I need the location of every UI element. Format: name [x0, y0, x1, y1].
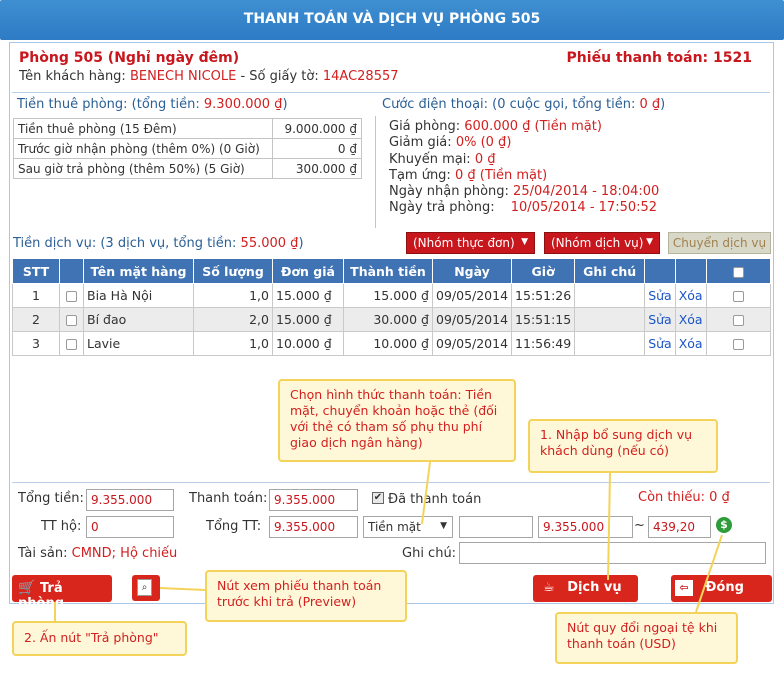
row-checkbox[interactable]: [66, 339, 77, 350]
table-row: 3 Lavie 1,0 10.000 ₫ 10.000 ₫ 09/05/2014…: [12, 331, 772, 356]
window-title: THANH TOÁN VÀ DỊCH VỤ PHÒNG 505: [243, 11, 541, 27]
currency-convert-icon[interactable]: $: [716, 517, 732, 533]
checkout-button[interactable]: 🛒 Trả phòng: [12, 575, 112, 611]
currency-note: Nút quy đổi ngoại tệ khi thanh toán (USD…: [555, 612, 738, 664]
services-table: STT Tên mặt hàng Số lượng Đơn giá Thành …: [12, 258, 772, 356]
payment-method-select[interactable]: Tiền mặt ▼: [363, 516, 453, 538]
room-fee-table: Tiền thuê phòng (15 Đêm) 9.000.000 ₫ Trướ…: [13, 118, 362, 179]
phone-fee-header: Cước điện thoại: (0 cuộc gọi, tổng tiền:…: [382, 97, 666, 112]
select-all-checkbox[interactable]: [732, 266, 744, 278]
row-checkbox[interactable]: [66, 291, 77, 302]
fee-input[interactable]: [459, 516, 533, 538]
table-row: 1 Bia Hà Nội 1,0 15.000 ₫ 15.000 ₫ 09/05…: [12, 283, 772, 308]
menu-group-select[interactable]: (Nhóm thực đơn) ▼: [406, 232, 535, 254]
edit-link[interactable]: Sửa: [644, 331, 676, 356]
remark-input[interactable]: [459, 542, 766, 564]
table-row: 2 Bí đao 2,0 15.000 ₫ 30.000 ₫ 09/05/201…: [12, 307, 772, 332]
checkout-note: 2. Ấn nút "Trả phòng": [12, 621, 187, 656]
room-fee-header: Tiền thuê phòng: (tổng tiền: 9.300.000 ₫…: [17, 97, 288, 112]
paid-checkbox[interactable]: ✔: [372, 492, 384, 504]
service-group-select[interactable]: (Nhóm dịch vụ) ▼: [544, 232, 660, 254]
divider: [12, 92, 770, 93]
preview-button[interactable]: ⌕: [132, 575, 160, 601]
grand-total-input[interactable]: 9.355.000: [269, 516, 358, 538]
customer-name: BENECH NICOLE: [129, 69, 237, 84]
exit-icon: ⇦: [675, 580, 693, 596]
room-details: Giá phòng: 600.000 ₫ (Tiền mặt) Giảm giá…: [389, 119, 660, 216]
row-select-checkbox[interactable]: [732, 315, 744, 326]
preview-icon: ⌕: [137, 579, 152, 596]
chevron-down-icon: ▼: [521, 237, 528, 247]
preview-note: Nút xem phiếu thanh toán trước khi trả (…: [205, 570, 407, 622]
row-select-checkbox[interactable]: [732, 339, 744, 350]
service-button[interactable]: ☕ Dịch vụ: [533, 575, 638, 602]
add-service-note: 1. Nhập bổ sung dịch vụ khách dùng (nếu …: [528, 419, 718, 473]
payment-method-note: Chọn hình thức thanh toán: Tiền mặt, chu…: [278, 379, 516, 462]
usd-amount-input[interactable]: 439,20: [648, 516, 711, 538]
room-name: Phòng 505 (Nghỉ ngày đêm): [19, 50, 240, 66]
transfer-service-button[interactable]: Chuyển dịch vụ: [668, 232, 771, 254]
payment-input[interactable]: 9.355.000: [269, 489, 358, 511]
chevron-down-icon: ▼: [440, 521, 447, 531]
divider: [12, 482, 770, 483]
edit-link[interactable]: Sửa: [644, 307, 676, 332]
delete-link[interactable]: Xóa: [674, 283, 707, 308]
amount-input[interactable]: 9.355.000: [538, 516, 633, 538]
delete-link[interactable]: Xóa: [674, 307, 707, 332]
cart-icon: 🛒: [18, 580, 36, 596]
assets-line: Tài sản: CMND; Hộ chiếu: [18, 546, 178, 561]
services-header: Tiền dịch vụ: (3 dịch vụ, tổng tiền: 55.…: [13, 236, 304, 251]
remaining-amount: Còn thiếu: 0 ₫: [638, 490, 730, 505]
receipt-number: Phiếu thanh toán: 1521: [566, 50, 752, 66]
customer-line: Tên khách hàng: BENECH NICOLE - Số giấy …: [19, 69, 399, 84]
window-title-bar: THANH TOÁN VÀ DỊCH VỤ PHÒNG 505: [0, 0, 784, 40]
total-input[interactable]: 9.355.000: [86, 489, 174, 511]
row-select-checkbox[interactable]: [732, 291, 744, 302]
edit-link[interactable]: Sửa: [644, 283, 676, 308]
close-button[interactable]: ⇦ Đóng: [671, 575, 772, 602]
chevron-down-icon: ▼: [646, 237, 653, 247]
tt-ho-input[interactable]: 0: [86, 516, 174, 538]
row-checkbox[interactable]: [66, 315, 77, 326]
customer-id: 14AC28557: [322, 69, 399, 84]
delete-link[interactable]: Xóa: [674, 331, 707, 356]
coffee-icon: ☕: [543, 580, 555, 595]
